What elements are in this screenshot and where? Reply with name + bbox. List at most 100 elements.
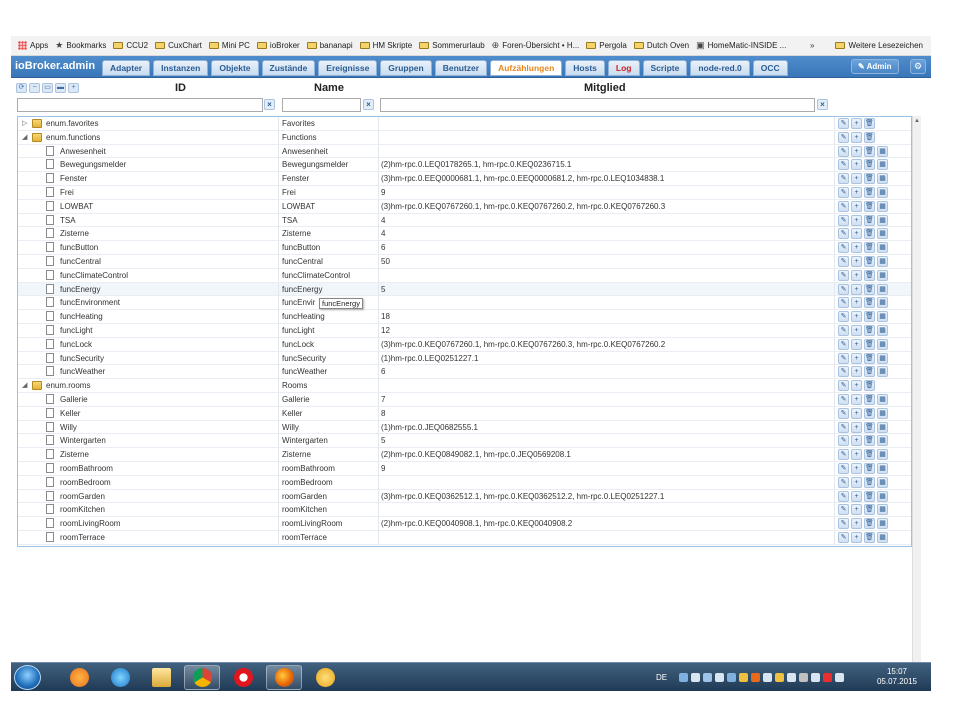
tray-icon[interactable]	[715, 673, 725, 682]
bookmarks-overflow-button[interactable]: »	[810, 41, 814, 50]
table-row[interactable]: funcEnergy funcEnergy 5 ✎ + 🗑 ▦	[18, 282, 911, 297]
delete-row-button[interactable]: 🗑	[864, 145, 875, 157]
clock[interactable]: 15:07 05.07.2015	[877, 667, 917, 687]
tray-icon[interactable]	[823, 673, 833, 682]
edit-row-button[interactable]: ✎	[838, 518, 849, 530]
edit-row-button[interactable]: ✎	[838, 325, 849, 336]
delete-row-button[interactable]: 🗑	[864, 311, 875, 323]
tab-log[interactable]: Log	[607, 60, 640, 76]
delete-row-button[interactable]: 🗑	[864, 421, 875, 433]
table-row[interactable]: Fenster Fenster (3)hm-rpc.0.EEQ0000681.1, …	[18, 172, 911, 186]
edit-row-button[interactable]: ✎	[838, 159, 849, 171]
table-row[interactable]: Wintergarten Wintergarten 5 ✎ + 🗑 ▦	[18, 434, 911, 449]
add-row-button[interactable]: +	[851, 352, 862, 364]
table-row[interactable]: roomGarden roomGarden (3)hm-rpc.0.KEQ03625…	[18, 489, 911, 504]
members-row-button[interactable]: ▦	[877, 297, 888, 309]
taskbar-app-button[interactable]	[225, 665, 261, 690]
add-row-button[interactable]: +	[851, 311, 862, 323]
add-row-button[interactable]: +	[851, 242, 862, 254]
tab-occ[interactable]: OCC	[752, 60, 788, 76]
edit-row-button[interactable]: ✎	[838, 297, 849, 309]
add-row-button[interactable]: +	[851, 518, 862, 530]
bookmark-item[interactable]: bananapi	[306, 41, 353, 50]
delete-row-button[interactable]: 🗑	[864, 490, 875, 502]
add-row-button[interactable]: +	[851, 504, 862, 516]
delete-row-button[interactable]: 🗑	[864, 476, 875, 488]
delete-row-button[interactable]: 🗑	[864, 380, 875, 392]
add-row-button[interactable]: +	[851, 228, 862, 240]
tree-folder-row[interactable]: ◢ enum.functions Functions ✎ + 🗑	[18, 130, 911, 145]
other-bookmarks[interactable]: Weitere Lesezeichen	[835, 41, 923, 50]
id-filter-clear-button[interactable]: ×	[264, 99, 275, 110]
tray-icon[interactable]	[751, 673, 761, 682]
edit-row-button[interactable]: ✎	[838, 131, 849, 143]
bookmark-item[interactable]: Apps	[18, 41, 48, 50]
delete-row-button[interactable]: 🗑	[864, 187, 875, 198]
members-row-button[interactable]: ▦	[877, 145, 888, 157]
delete-row-button[interactable]: 🗑	[864, 283, 875, 295]
delete-row-button[interactable]: 🗑	[864, 325, 875, 336]
tray-icon[interactable]	[727, 673, 737, 682]
edit-row-button[interactable]: ✎	[838, 242, 849, 254]
edit-row-button[interactable]: ✎	[838, 269, 849, 281]
add-row-button[interactable]: +	[851, 380, 862, 392]
edit-row-button[interactable]: ✎	[838, 407, 849, 419]
delete-row-button[interactable]: 🗑	[864, 518, 875, 530]
tray-icon[interactable]	[739, 673, 749, 682]
edit-row-button[interactable]: ✎	[838, 449, 849, 461]
bookmark-item[interactable]: Mini PC	[208, 41, 250, 50]
table-row[interactable]: funcSecurity funcSecurity (1)hm-rpc.0.LEQ0…	[18, 351, 911, 366]
members-row-button[interactable]: ▦	[877, 518, 888, 530]
add-row-button[interactable]: +	[851, 325, 862, 336]
members-row-button[interactable]: ▦	[877, 256, 888, 267]
bookmark-item[interactable]: ★ Bookmarks	[55, 40, 106, 51]
delete-row-button[interactable]: 🗑	[864, 297, 875, 309]
members-row-button[interactable]: ▦	[877, 242, 888, 254]
id-filter-input[interactable]	[17, 98, 263, 112]
table-row[interactable]: funcCentral funcCentral 50 ✎ + 🗑 ▦	[18, 255, 911, 269]
tab-gruppen[interactable]: Gruppen	[380, 60, 432, 76]
edit-row-button[interactable]: ✎	[838, 532, 849, 543]
members-filter-clear-button[interactable]: ×	[817, 99, 828, 110]
bookmark-item[interactable]: Dutch Oven	[633, 41, 689, 50]
tray-icon[interactable]	[679, 673, 689, 682]
table-row[interactable]: Bewegungsmelder Bewegungsmelder (2)hm-rpc.…	[18, 158, 911, 173]
delete-row-button[interactable]: 🗑	[864, 118, 875, 129]
bookmark-item[interactable]: CCU2	[113, 41, 148, 50]
edit-row-button[interactable]: ✎	[838, 283, 849, 295]
members-row-button[interactable]: ▦	[877, 463, 888, 474]
edit-row-button[interactable]: ✎	[838, 311, 849, 323]
table-row[interactable]: funcClimateControl funcClimateControl ✎ + 🗑 ▦	[18, 268, 911, 283]
members-row-button[interactable]: ▦	[877, 214, 888, 226]
add-row-button[interactable]: +	[851, 269, 862, 281]
column-header-name[interactable]: Name	[314, 82, 344, 94]
taskbar-app-button[interactable]	[102, 665, 138, 690]
taskbar-app-button[interactable]	[61, 665, 97, 690]
tab-scripte[interactable]: Scripte	[642, 60, 688, 76]
delete-row-button[interactable]: 🗑	[864, 338, 875, 350]
delete-row-button[interactable]: 🗑	[864, 366, 875, 378]
delete-row-button[interactable]: 🗑	[864, 463, 875, 474]
scroll-up-icon[interactable]: ▲	[914, 118, 920, 124]
table-row[interactable]: roomKitchen roomKitchen ✎ + 🗑 ▦	[18, 503, 911, 518]
add-row-button[interactable]: +	[851, 159, 862, 171]
table-row[interactable]: roomBedroom roomBedroom ✎ + 🗑 ▦	[18, 475, 911, 490]
name-filter-input[interactable]	[282, 98, 361, 112]
members-row-button[interactable]: ▦	[877, 338, 888, 350]
expanded-arrow-icon[interactable]: ◢	[22, 379, 27, 392]
expanded-arrow-icon[interactable]: ◢	[22, 131, 27, 144]
delete-row-button[interactable]: 🗑	[864, 449, 875, 461]
add-row-button[interactable]: +	[851, 435, 862, 447]
bookmark-item[interactable]: Pergola	[586, 41, 627, 50]
edit-row-button[interactable]: ✎	[838, 394, 849, 405]
table-row[interactable]: Zisterne Zisterne (2)hm-rpc.0.KEQ0849082.1…	[18, 448, 911, 462]
delete-row-button[interactable]: 🗑	[864, 256, 875, 267]
table-row[interactable]: funcEnvironment funcEnvir ✎ + 🗑 ▦	[18, 296, 911, 311]
refresh-icon[interactable]: ⟳	[16, 83, 27, 93]
start-button[interactable]	[14, 665, 41, 690]
add-icon[interactable]: +	[68, 83, 79, 93]
table-row[interactable]: funcLock funcLock (3)hm-rpc.0.KEQ0767260.1…	[18, 337, 911, 352]
delete-row-button[interactable]: 🗑	[864, 228, 875, 240]
edit-row-button[interactable]: ✎	[838, 200, 849, 212]
edit-row-button[interactable]: ✎	[838, 214, 849, 226]
